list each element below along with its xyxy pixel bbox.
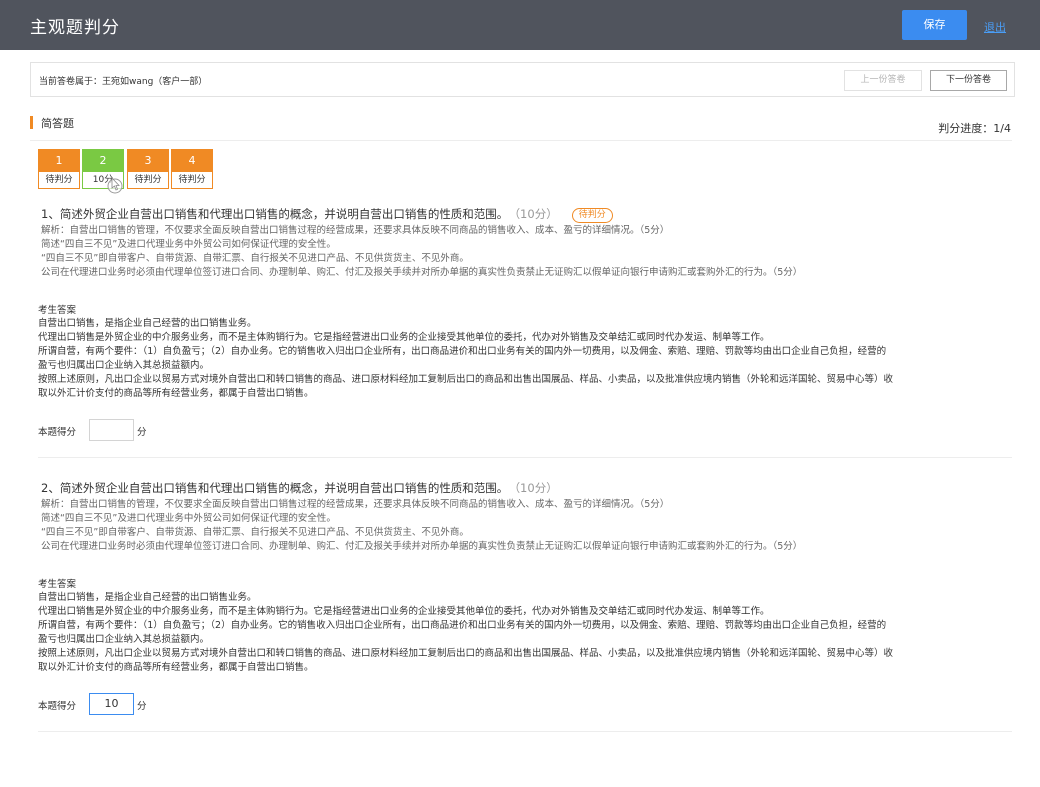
score-label: 本题得分 <box>38 701 77 712</box>
answer-heading: 考生答案 <box>38 579 77 590</box>
analysis-line: 简述“四自三不见”及进口代理业务中外贸公司如何保证代理的安全性。 <box>41 239 336 250</box>
analysis-line: 公司在代理进口业务时必须由代理单位签订进口合同、办理制单、购汇、付汇及报关手续并… <box>41 541 803 552</box>
score-input[interactable]: 10 <box>89 693 134 715</box>
question-analysis: 解析：自营出口销售的管理，不仅要求全面反映自营出口销售过程的经营成果，还要求具体… <box>41 224 802 280</box>
section-accent-bar <box>30 116 33 129</box>
question-number: 4 <box>172 150 212 172</box>
page-title: 主观题判分 <box>30 18 120 38</box>
answer-line: 自营出口销售，是指企业自己经营的出口销售业务。 <box>38 318 257 329</box>
analysis-line: 简述“四自三不见”及进口代理业务中外贸公司如何保证代理的安全性。 <box>41 513 336 524</box>
question-status: 待判分 <box>45 175 73 185</box>
question-title: 1、简述外贸企业自营出口销售和代理出口销售的概念，并说明自营出口销售的性质和范围… <box>41 206 613 223</box>
answer-line: 代理出口销售是外贸企业的中介服务业务，而不是主体购销行为。它是指经营进出口业务的… <box>38 332 770 343</box>
answer-line: 所谓自营，有两个要件：（1）自负盈亏；（2）自办业务。它的销售收入归出口企业所有… <box>38 620 887 631</box>
answer-line: 自营出口销售，是指企业自己经营的出口销售业务。 <box>38 592 257 603</box>
question-nav-item[interactable]: 1 待判分 <box>38 149 80 189</box>
question-nav-item[interactable]: 4 待判分 <box>171 149 213 189</box>
question-divider <box>38 731 1012 732</box>
score-label: 本题得分 <box>38 427 77 438</box>
grading-progress: 判分进度：1/4 <box>938 122 1011 135</box>
pending-badge: 待判分 <box>571 208 613 223</box>
question-text: 2、简述外贸企业自营出口销售和代理出口销售的概念，并说明自营出口销售的性质和范围… <box>41 481 509 495</box>
answer-line: 所谓自营，有两个要件：（1）自负盈亏；（2）自办业务。它的销售收入归出口企业所有… <box>38 346 887 357</box>
answer-sheet-info-bar: 当前答卷属于：王宛如wang（客户一部） 上一份答卷 下一份答卷 <box>30 62 1015 97</box>
analysis-line: 解析：自营出口销售的管理，不仅要求全面反映自营出口销售过程的经营成果，还要求具体… <box>41 499 670 510</box>
save-button[interactable]: 保存 <box>902 10 967 40</box>
analysis-line: “四自三不见”即自带客户、自带货源、自带汇票、自行报关不见进口产品、不见供货货主… <box>41 253 469 264</box>
answer-line: 盈亏也归属出口企业纳入其总损益额内。 <box>38 634 210 645</box>
answer-line: 取以外汇计价支付的商品等所有经营业务，都属于自营出口销售。 <box>38 388 314 399</box>
answer-line: 代理出口销售是外贸企业的中介服务业务，而不是主体购销行为。它是指经营进出口业务的… <box>38 606 770 617</box>
answer-line: 按照上述原则，凡出口企业以贸易方式对境外自营出口和转口销售的商品、进口原材料经加… <box>38 648 894 659</box>
question-score: （10分） <box>514 207 558 221</box>
section-header: 简答题 判分进度：1/4 <box>30 115 1012 141</box>
exit-link[interactable]: 退出 <box>984 19 1006 35</box>
question-number: 3 <box>128 150 168 172</box>
section-title: 简答题 <box>41 117 74 130</box>
question-divider <box>38 457 1012 458</box>
question-score: （10分） <box>514 481 558 495</box>
student-answer: 自营出口销售，是指企业自己经营的出口销售业务。 代理出口销售是外贸企业的中介服务… <box>38 591 1012 675</box>
score-unit: 分 <box>137 701 147 712</box>
question-title: 2、简述外贸企业自营出口销售和代理出口销售的概念，并说明自营出口销售的性质和范围… <box>41 480 558 496</box>
question-analysis: 解析：自营出口销售的管理，不仅要求全面反映自营出口销售过程的经营成果，还要求具体… <box>41 498 802 554</box>
question-status: 待判分 <box>134 175 162 185</box>
question-number: 1 <box>39 150 79 172</box>
next-sheet-button[interactable]: 下一份答卷 <box>930 70 1007 91</box>
answer-line: 取以外汇计价支付的商品等所有经营业务，都属于自营出口销售。 <box>38 662 314 673</box>
answer-line: 盈亏也归属出口企业纳入其总损益额内。 <box>38 360 210 371</box>
student-answer: 自营出口销售，是指企业自己经营的出口销售业务。 代理出口销售是外贸企业的中介服务… <box>38 317 1012 401</box>
score-input[interactable] <box>89 419 134 441</box>
question-status: 待判分 <box>178 175 206 185</box>
prev-sheet-button[interactable]: 上一份答卷 <box>844 70 922 91</box>
question-nav-item[interactable]: 3 待判分 <box>127 149 169 189</box>
answer-heading: 考生答案 <box>38 305 77 316</box>
score-unit: 分 <box>137 427 147 438</box>
top-bar: 主观题判分 保存 退出 <box>0 0 1040 50</box>
mouse-cursor-icon <box>107 176 123 194</box>
analysis-line: “四自三不见”即自带客户、自带货源、自带汇票、自行报关不见进口产品、不见供货货主… <box>41 527 469 538</box>
answer-sheet-owner: 当前答卷属于：王宛如wang（客户一部） <box>39 77 208 87</box>
analysis-line: 公司在代理进口业务时必须由代理单位签订进口合同、办理制单、购汇、付汇及报关手续并… <box>41 267 803 278</box>
question-text: 1、简述外贸企业自营出口销售和代理出口销售的概念，并说明自营出口销售的性质和范围… <box>41 207 509 221</box>
analysis-line: 解析：自营出口销售的管理，不仅要求全面反映自营出口销售过程的经营成果，还要求具体… <box>41 225 670 236</box>
question-number: 2 <box>83 150 123 172</box>
answer-line: 按照上述原则，凡出口企业以贸易方式对境外自营出口和转口销售的商品、进口原材料经加… <box>38 374 894 385</box>
